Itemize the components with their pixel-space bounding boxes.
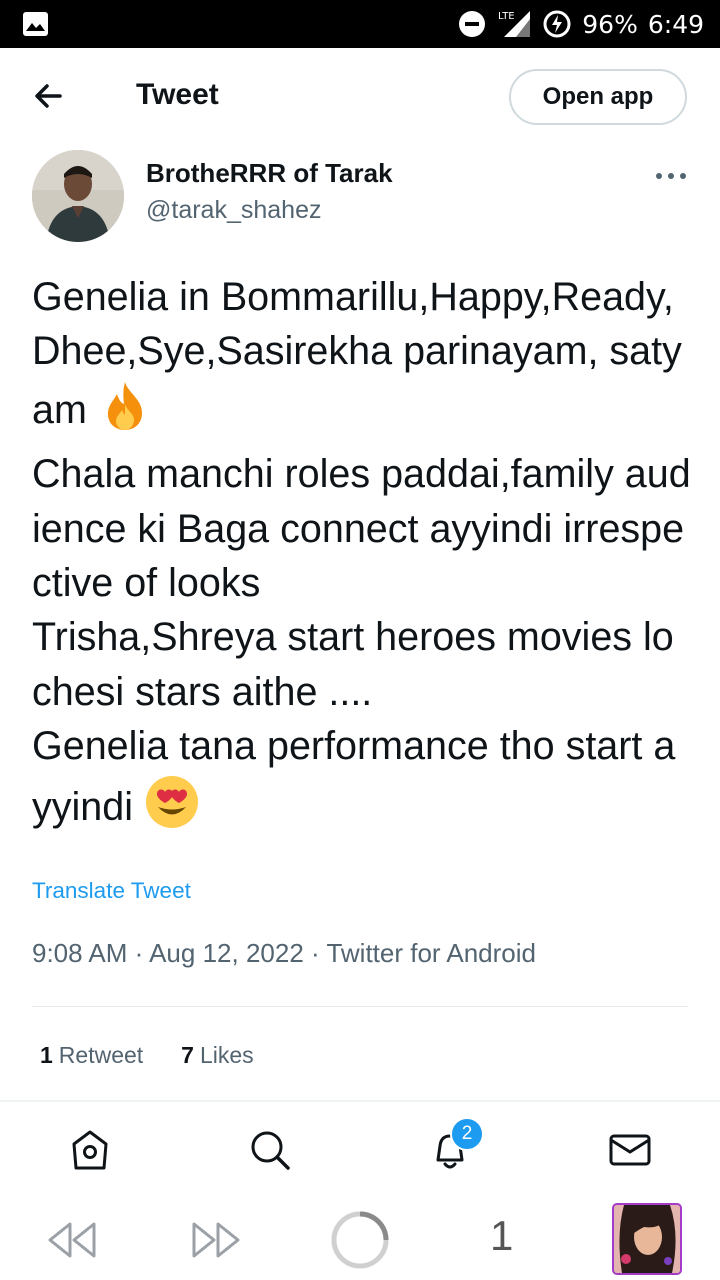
likes-count: 7 — [181, 1042, 194, 1068]
retweets-count: 1 — [40, 1042, 53, 1068]
author-handle[interactable]: @tarak_shahez — [146, 196, 321, 225]
gallery-notification-icon — [23, 12, 48, 36]
bottom-tab-bar — [0, 1102, 720, 1198]
author-name[interactable]: BrotheRRR of Tarak — [146, 158, 393, 189]
fast-forward-icon[interactable] — [190, 1220, 242, 1260]
clock: 6:49 — [647, 9, 704, 39]
tweet-text: Genelia in Bommarillu,Happy,Ready,Dhee,S… — [32, 270, 692, 844]
notifications-badge: 2 — [450, 1117, 484, 1151]
likes-stat[interactable]: 7 Likes — [181, 1042, 254, 1069]
tab-count[interactable]: 1 — [490, 1212, 513, 1260]
retweets-label: Retweet — [58, 1042, 144, 1068]
lte-signal-icon: LTE — [496, 9, 532, 39]
network-type-label: LTE — [498, 11, 515, 22]
search-icon[interactable] — [248, 1128, 292, 1172]
open-app-button[interactable]: Open app — [509, 69, 687, 125]
author-avatar[interactable] — [32, 150, 124, 242]
tweet-time: 9:08 AM — [32, 938, 128, 968]
home-icon[interactable] — [68, 1128, 112, 1172]
battery-percent: 96% — [582, 9, 638, 39]
fire-emoji-icon — [98, 379, 152, 447]
engagement-stats: 1 Retweet 7 Likes — [40, 1042, 254, 1069]
profile-thumbnail[interactable] — [612, 1203, 682, 1275]
divider — [32, 1006, 688, 1007]
likes-label: Likes — [199, 1042, 254, 1068]
tweet-source-link[interactable]: Twitter for Android — [326, 938, 536, 968]
back-arrow-icon[interactable] — [30, 78, 66, 114]
loading-spinner-icon[interactable] — [330, 1210, 390, 1270]
do-not-disturb-icon — [458, 10, 486, 38]
messages-envelope-icon[interactable] — [608, 1128, 652, 1172]
retweets-stat[interactable]: 1 Retweet — [40, 1042, 143, 1069]
status-bar: LTE 96% 6:49 — [0, 0, 720, 48]
separator-dot: · — [311, 938, 327, 968]
heart-eyes-emoji-icon — [144, 774, 200, 844]
tweet-date: Aug 12, 2022 — [149, 938, 304, 968]
tweet-text-part-2: Chala manchi roles paddai,family audienc… — [32, 452, 691, 829]
tweet-metadata: 9:08 AM · Aug 12, 2022 · Twitter for And… — [32, 938, 536, 969]
rewind-icon[interactable] — [46, 1220, 98, 1260]
top-app-bar: Tweet Open app — [0, 48, 720, 146]
separator-dot: · — [134, 938, 150, 968]
page-title: Tweet — [136, 78, 219, 111]
more-options-icon[interactable] — [656, 170, 686, 182]
battery-charging-icon — [542, 9, 572, 39]
translate-tweet-link[interactable]: Translate Tweet — [32, 878, 191, 904]
